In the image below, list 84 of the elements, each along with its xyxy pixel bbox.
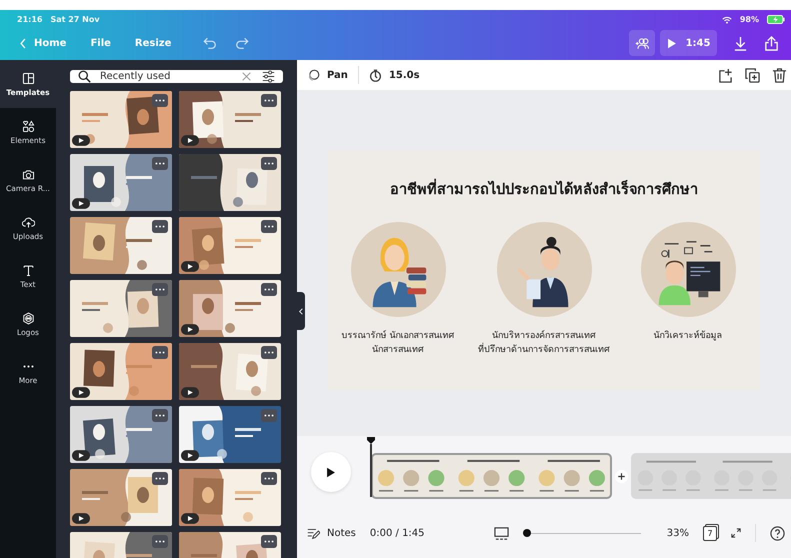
people-icon — [634, 36, 650, 51]
more-options-button[interactable] — [152, 346, 168, 359]
more-options-button[interactable] — [152, 94, 168, 107]
slide[interactable]: อาชีพที่สามารถไปประกอบได้หลังสำเร็จการศึกษา บรรณารักษ์ นักเอกสารสนเทศ นักสารสนเทศ นักบริหารองค์กรสารสนเทศ ที่ปรึกษาด้านการจัดการสารสนเทศ นักวิเคราะห์ข้อมูล — [328, 150, 760, 390]
search-field[interactable]: Recently used — [70, 70, 283, 83]
more-options-button[interactable] — [152, 283, 168, 296]
duplicate-icon[interactable] — [745, 68, 760, 82]
ellipsis-icon — [264, 225, 274, 228]
elements-icon — [22, 120, 34, 132]
more-options-button[interactable] — [261, 472, 277, 485]
expand-icon[interactable] — [731, 528, 741, 538]
collapse-handle[interactable] — [297, 292, 305, 330]
grid-view-icon[interactable] — [494, 526, 509, 540]
ellipsis-icon — [264, 288, 274, 291]
share-people-button[interactable] — [629, 30, 655, 56]
help-icon[interactable] — [770, 526, 785, 540]
more-options-button[interactable] — [152, 535, 168, 548]
more-options-button[interactable] — [261, 283, 277, 296]
ellipsis-icon — [264, 414, 274, 417]
filter-icon[interactable] — [262, 70, 275, 83]
more-options-button[interactable] — [261, 157, 277, 170]
ellipsis-icon — [155, 414, 165, 417]
collapse-icon — [299, 308, 303, 314]
animation-icon — [307, 68, 320, 82]
uploads-icon — [22, 216, 34, 228]
more-options-button[interactable] — [261, 346, 277, 359]
more-options-button[interactable] — [152, 157, 168, 170]
ellipsis-icon — [155, 225, 165, 228]
career-label: บรรณารักษ์ นักเอกสารสนเทศ นักสารสนเทศ — [342, 330, 454, 356]
download-icon[interactable] — [733, 36, 748, 51]
play-button[interactable]: 1:45 — [660, 30, 717, 56]
playback-time: 0:00 / 1:45 — [370, 528, 425, 538]
notes-button[interactable]: Notes — [307, 526, 356, 540]
more-options-button[interactable] — [152, 409, 168, 422]
ellipsis-icon — [264, 477, 274, 480]
slide-title: อาชีพที่สามารถไปประกอบได้หลังสำเร็จการศึกษา — [390, 177, 698, 200]
ellipsis-icon — [155, 99, 165, 102]
delete-icon[interactable] — [772, 68, 787, 82]
ellipsis-icon — [155, 288, 165, 291]
more-options-button[interactable] — [152, 220, 168, 233]
logos-icon — [22, 312, 34, 324]
more-options-button[interactable] — [261, 409, 277, 422]
undo-icon[interactable] — [203, 36, 218, 50]
add-page-icon[interactable] — [718, 68, 733, 82]
status-date: Sat 27 Nov — [50, 15, 100, 24]
add-clip-icon[interactable] — [615, 470, 628, 482]
ellipsis-icon — [264, 351, 274, 354]
more-options-button[interactable] — [261, 94, 277, 107]
timer-icon — [368, 68, 382, 82]
ellipsis-icon — [264, 162, 274, 165]
ellipsis-icon — [155, 351, 165, 354]
battery-percent: 98% — [740, 15, 759, 24]
more-options-button[interactable] — [152, 472, 168, 485]
page-count-button[interactable]: 7 — [703, 526, 717, 540]
search-input[interactable]: Recently used — [98, 70, 235, 83]
more-options-button[interactable] — [261, 220, 277, 233]
camera-icon — [22, 168, 34, 180]
career-label: นักบริหารองค์กรสารสนเทศ ที่ปรึกษาด้านการจัดการสารสนเทศ — [478, 330, 610, 356]
search-icon — [78, 70, 91, 83]
clear-icon[interactable] — [242, 72, 251, 81]
timeline-play-button[interactable] — [311, 452, 351, 492]
zoom-percent: 33% — [666, 528, 689, 538]
text-icon — [22, 264, 34, 276]
battery-icon — [767, 15, 785, 24]
animation-button[interactable]: Pan — [307, 68, 348, 82]
wifi-icon — [722, 16, 732, 24]
ellipsis-icon — [155, 540, 165, 543]
play-icon — [326, 466, 336, 478]
redo-icon[interactable] — [235, 36, 250, 50]
career-label: นักวิเคราะห์ข้อมูล — [654, 330, 722, 343]
ellipsis-icon — [155, 162, 165, 165]
ellipsis-icon — [155, 477, 165, 480]
play-icon — [666, 38, 677, 49]
status-time: 21:16 — [17, 15, 42, 24]
notes-icon — [307, 526, 320, 540]
more-options-button[interactable] — [261, 535, 277, 548]
back-icon — [20, 38, 26, 49]
zoom-slider-thumb[interactable] — [523, 529, 532, 537]
duration-button[interactable]: 15.0s — [368, 68, 420, 82]
playhead[interactable] — [367, 437, 375, 497]
share-icon[interactable] — [764, 36, 779, 51]
ellipsis-icon — [264, 99, 274, 102]
templates-icon — [22, 72, 34, 84]
ellipsis-icon — [264, 540, 274, 543]
